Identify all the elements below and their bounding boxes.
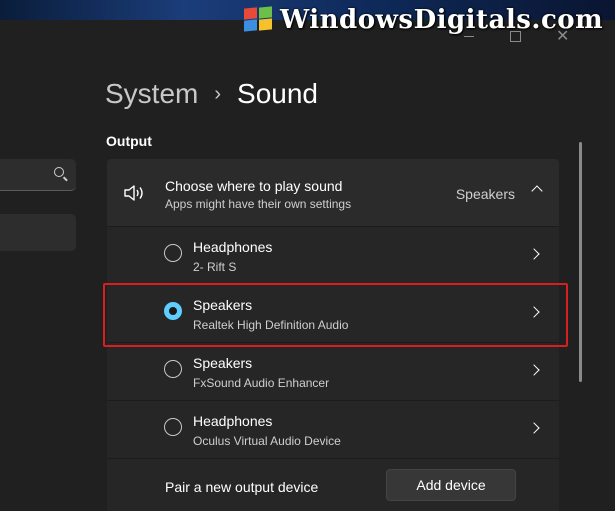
selected-output-value: Speakers bbox=[455, 186, 515, 202]
device-name: Headphones bbox=[193, 239, 273, 255]
output-device-item[interactable]: Speakers FxSound Audio Enhancer bbox=[107, 342, 559, 400]
sidebar-item-system[interactable] bbox=[0, 214, 76, 251]
screenshot-root: WindowsDigitals.com ✕ System › Sound Out… bbox=[0, 0, 615, 511]
output-device-item[interactable]: Speakers Realtek High Definition Audio bbox=[107, 284, 559, 342]
output-device-selector[interactable]: Choose where to play sound Apps might ha… bbox=[107, 159, 559, 226]
chevron-up-icon[interactable] bbox=[531, 185, 543, 197]
pair-device-row: Pair a new output device Add device bbox=[107, 458, 559, 511]
chevron-right-icon[interactable] bbox=[528, 422, 540, 434]
output-card-subtitle: Apps might have their own settings bbox=[165, 197, 352, 211]
device-name: Speakers bbox=[193, 297, 253, 313]
add-device-button[interactable]: Add device bbox=[386, 469, 516, 501]
chevron-right-icon[interactable] bbox=[528, 306, 540, 318]
device-radio-button[interactable] bbox=[164, 418, 182, 436]
breadcrumb: System › Sound bbox=[105, 78, 318, 110]
chevron-right-icon[interactable] bbox=[528, 364, 540, 376]
settings-search-input[interactable] bbox=[0, 159, 76, 191]
device-description: 2- Rift S bbox=[193, 260, 237, 274]
watermark-text: WindowsDigitals.com bbox=[280, 5, 604, 35]
output-card-title: Choose where to play sound bbox=[165, 178, 343, 194]
scrollbar[interactable] bbox=[579, 142, 582, 382]
minimize-button[interactable] bbox=[464, 36, 474, 37]
output-panel: Choose where to play sound Apps might ha… bbox=[107, 159, 559, 511]
breadcrumb-system-link[interactable]: System bbox=[105, 78, 198, 110]
device-description: Realtek High Definition Audio bbox=[193, 318, 349, 332]
device-description: Oculus Virtual Audio Device bbox=[193, 434, 341, 448]
device-radio-button[interactable] bbox=[164, 244, 182, 262]
speaker-icon bbox=[124, 185, 143, 201]
device-radio-button[interactable] bbox=[164, 360, 182, 378]
watermark: WindowsDigitals.com bbox=[244, 5, 604, 35]
chevron-right-icon[interactable] bbox=[528, 248, 540, 260]
output-device-item[interactable]: Headphones 2- Rift S bbox=[107, 226, 559, 284]
device-radio-button-selected[interactable] bbox=[164, 302, 182, 320]
output-device-item[interactable]: Headphones Oculus Virtual Audio Device bbox=[107, 400, 559, 458]
device-name: Speakers bbox=[193, 355, 253, 371]
windows-logo-icon bbox=[244, 6, 274, 32]
page-title: Sound bbox=[237, 78, 318, 109]
output-section-label: Output bbox=[106, 133, 152, 149]
device-description: FxSound Audio Enhancer bbox=[193, 376, 330, 390]
pair-device-label: Pair a new output device bbox=[165, 479, 319, 495]
chevron-right-icon: › bbox=[214, 82, 222, 105]
search-icon bbox=[54, 167, 64, 177]
device-name: Headphones bbox=[193, 413, 273, 429]
